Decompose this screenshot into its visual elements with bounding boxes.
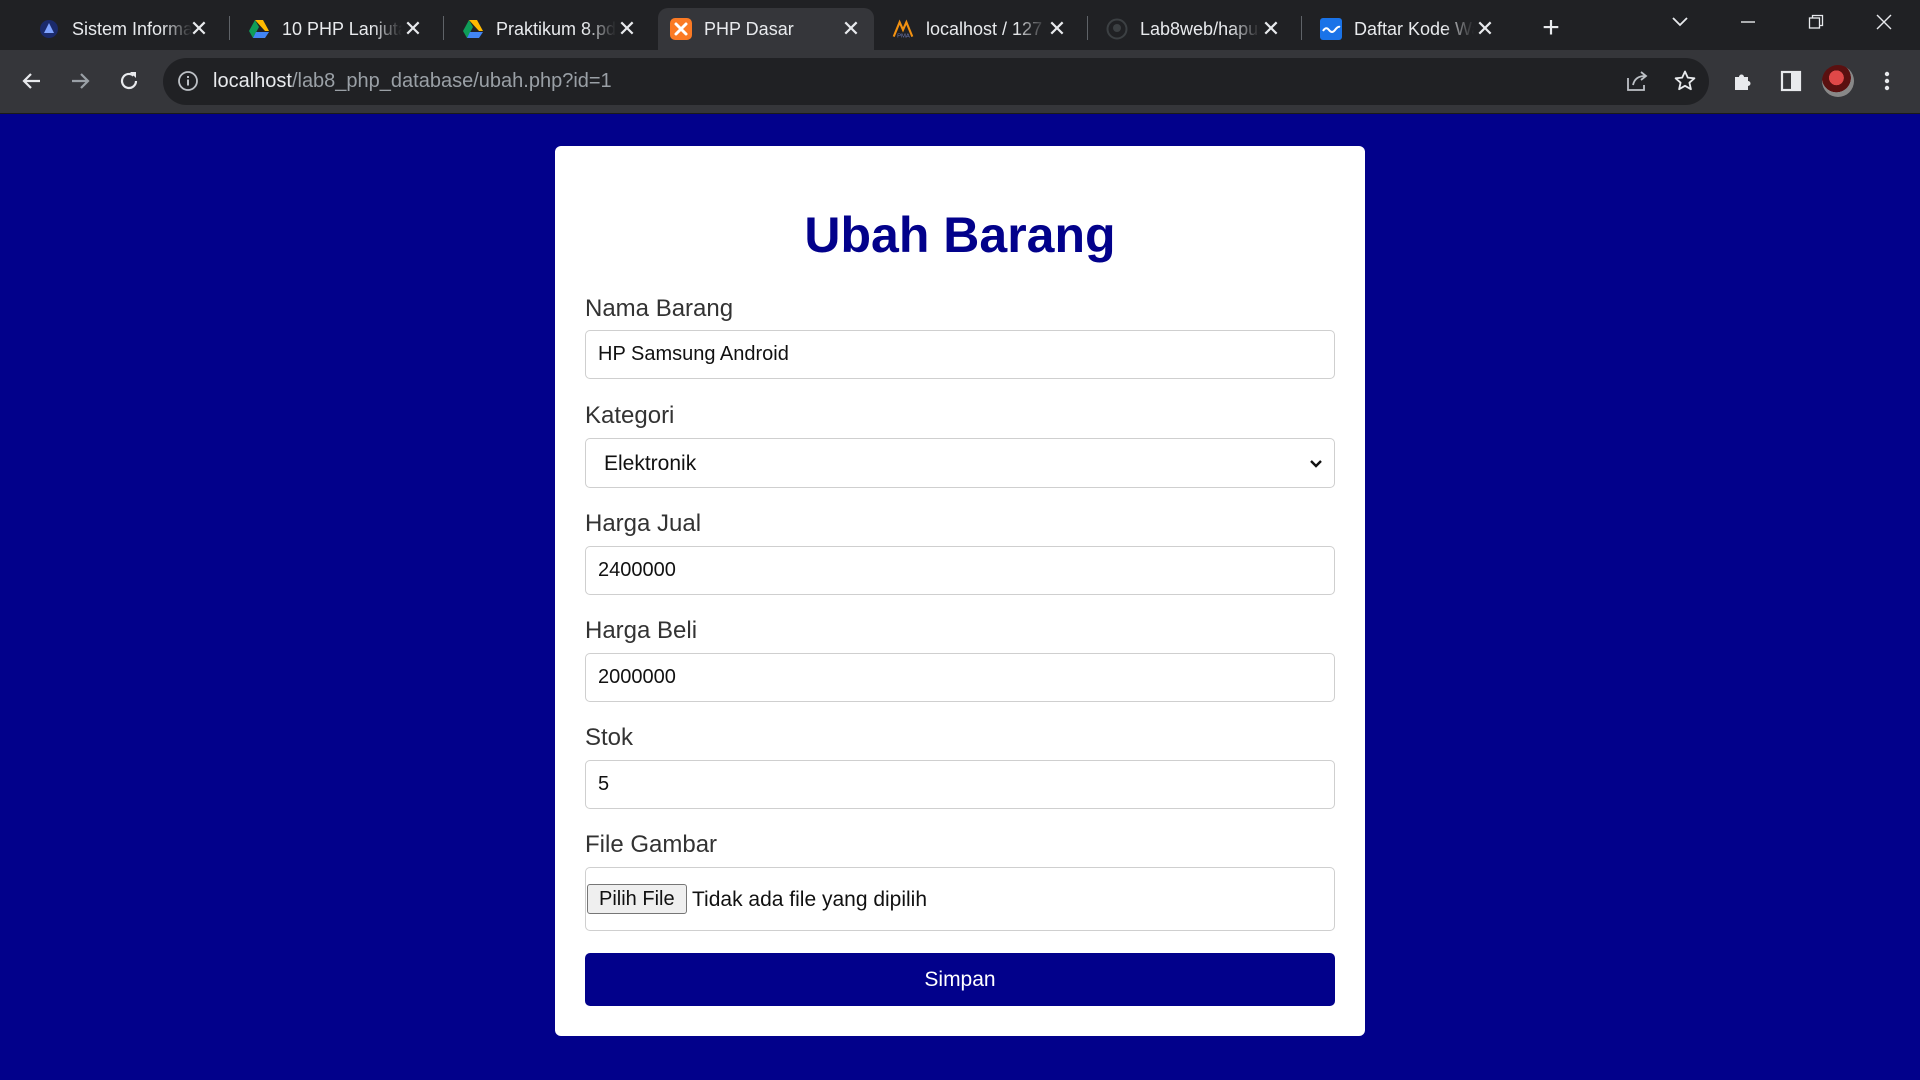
- file-status-text: Tidak ada file yang dipilih: [692, 888, 928, 911]
- bookmark-star-icon[interactable]: [1673, 69, 1697, 98]
- tab-title: 10 PHP Lanjutan: [282, 18, 402, 39]
- harga-beli-input[interactable]: [585, 653, 1335, 702]
- tab-divider: [229, 16, 230, 40]
- tab-praktikum-pdf[interactable]: Praktikum 8.pdf ✕: [450, 8, 650, 50]
- tab-title: Sistem Informasi: [72, 18, 192, 39]
- tab-github-hapus[interactable]: Lab8web/hapus ✕: [1094, 8, 1294, 50]
- url-path: /lab8_php_database/ubah.php?id=1: [291, 70, 612, 92]
- address-bar[interactable]: localhost/lab8_php_database/ubah.php?id=…: [163, 58, 1709, 105]
- google-drive-icon: [462, 18, 484, 40]
- kategori-select[interactable]: Elektronik: [585, 438, 1335, 488]
- tab-divider: [1301, 16, 1302, 40]
- tab-daftar-kode-warna[interactable]: Daftar Kode Warna ✕: [1308, 8, 1508, 50]
- tab-title: PHP Dasar: [704, 18, 794, 39]
- harga-jual-label: Harga Jual: [585, 510, 702, 537]
- blue-wave-icon: [1320, 18, 1342, 40]
- url-host: localhost: [213, 70, 292, 92]
- tab-title: Lab8web/hapus: [1140, 18, 1260, 39]
- tab-php-dasar[interactable]: PHP Dasar ✕: [658, 8, 874, 50]
- close-tab-icon[interactable]: ✕: [1472, 16, 1498, 42]
- close-tab-icon[interactable]: ✕: [1044, 16, 1070, 42]
- tab-sistem-informasi[interactable]: Sistem Informasi ✕: [26, 8, 222, 50]
- tab-title: Praktikum 8.pdf: [496, 18, 616, 39]
- tab-divider: [443, 16, 444, 40]
- tab-php-lanjutan[interactable]: 10 PHP Lanjutan ✕: [236, 8, 436, 50]
- edit-item-form-card: Ubah Barang Nama Barang Kategori Elektro…: [555, 146, 1365, 1036]
- close-tab-icon[interactable]: ✕: [400, 16, 426, 42]
- simpan-button[interactable]: Simpan: [585, 953, 1335, 1006]
- phpmyadmin-icon: PMA: [892, 18, 914, 40]
- stok-label: Stok: [585, 724, 634, 751]
- svg-text:PMA: PMA: [897, 33, 910, 39]
- share-icon[interactable]: [1625, 70, 1649, 97]
- minimize-window-button[interactable]: [1716, 0, 1780, 44]
- extensions-puzzle-icon[interactable]: [1725, 63, 1761, 99]
- chevron-down-icon: [1304, 452, 1328, 482]
- harga-jual-input[interactable]: [585, 546, 1335, 595]
- close-window-button[interactable]: [1852, 0, 1916, 44]
- close-tab-icon[interactable]: ✕: [838, 16, 864, 42]
- tab-title: Daftar Kode Warna: [1354, 18, 1474, 39]
- file-gambar-label: File Gambar: [585, 831, 718, 858]
- tab-divider: [1087, 16, 1088, 40]
- forward-arrow-icon[interactable]: [62, 63, 98, 99]
- stok-input[interactable]: [585, 760, 1335, 809]
- tab-search-chevron-icon[interactable]: [1648, 0, 1712, 44]
- chrome-menu-kebab-icon[interactable]: [1869, 63, 1905, 99]
- choose-file-button[interactable]: Pilih File: [587, 884, 687, 914]
- kategori-selected-value: Elektronik: [604, 452, 697, 475]
- university-favicon-icon: [38, 18, 60, 40]
- close-tab-icon[interactable]: ✕: [1258, 16, 1284, 42]
- kategori-label: Kategori: [585, 402, 675, 429]
- github-icon: [1106, 18, 1128, 40]
- new-tab-button[interactable]: +: [1534, 11, 1568, 45]
- browser-toolbar: localhost/lab8_php_database/ubah.php?id=…: [0, 50, 1920, 114]
- tab-title: localhost / 127: [926, 18, 1043, 39]
- reload-icon[interactable]: [111, 63, 147, 99]
- restore-window-button[interactable]: [1784, 0, 1848, 44]
- profile-avatar[interactable]: [1822, 65, 1854, 97]
- site-info-icon[interactable]: [177, 70, 199, 97]
- tab-strip: Sistem Informasi ✕ 10 PHP Lanjutan ✕ Pra…: [0, 0, 1920, 50]
- xampp-icon: [670, 18, 692, 40]
- file-gambar-input: Pilih File Tidak ada file yang dipilih: [585, 867, 1335, 931]
- url-text[interactable]: localhost/lab8_php_database/ubah.php?id=…: [213, 70, 612, 93]
- tab-phpmyadmin[interactable]: PMA localhost / 127 ✕: [880, 8, 1080, 50]
- back-arrow-icon[interactable]: [14, 63, 50, 99]
- nama-barang-input[interactable]: [585, 330, 1335, 379]
- harga-beli-label: Harga Beli: [585, 617, 698, 644]
- nama-barang-label: Nama Barang: [585, 295, 734, 322]
- close-tab-icon[interactable]: ✕: [186, 16, 212, 42]
- page-title: Ubah Barang: [804, 207, 1116, 263]
- google-drive-icon: [248, 18, 270, 40]
- side-panel-icon[interactable]: [1773, 63, 1809, 99]
- close-tab-icon[interactable]: ✕: [614, 16, 640, 42]
